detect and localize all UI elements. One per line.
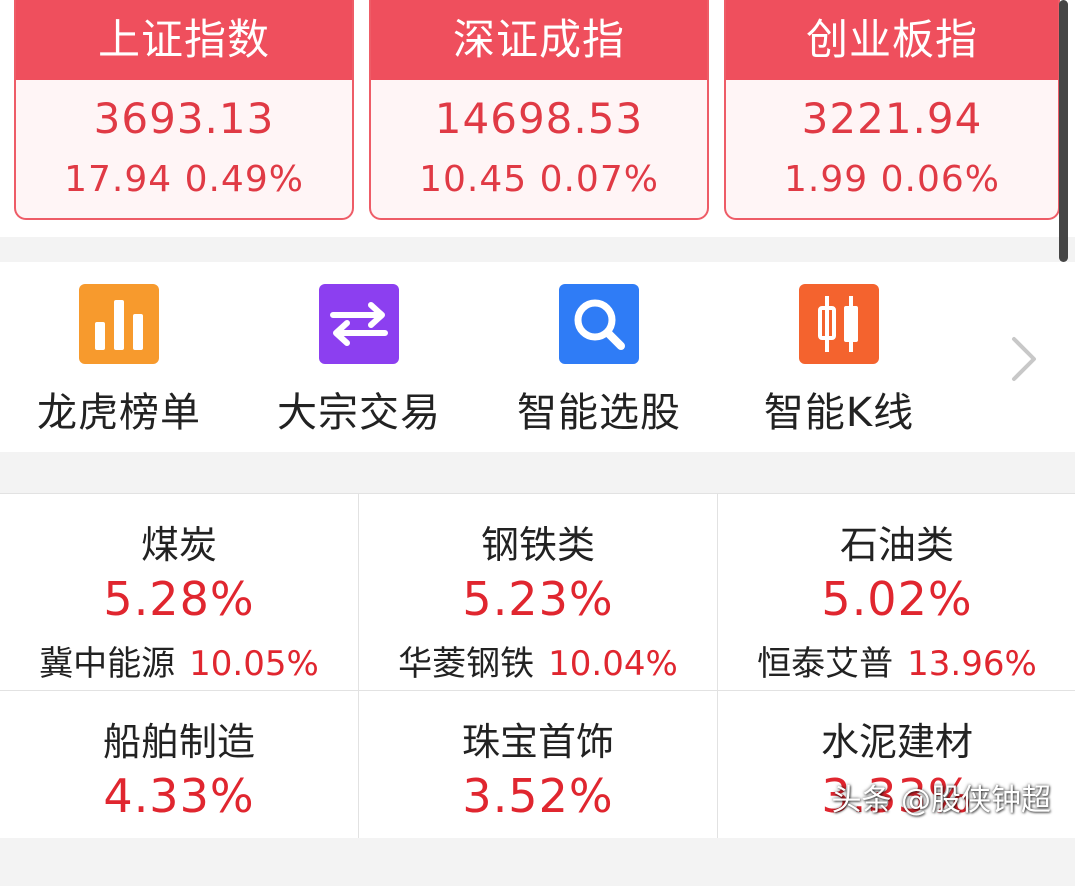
sector-name: 石油类 (839, 523, 954, 567)
index-name: 深证成指 (371, 0, 707, 80)
leader-change: 13.96% (907, 644, 1037, 684)
sector-change: 4.33% (103, 769, 255, 823)
tool-row: 龙虎榜单 大宗交易 智能选股 智能K线 (0, 262, 1075, 452)
sector-leader: 冀中能源 10.05% (0, 636, 358, 685)
tool-smart-kline[interactable]: 智能K线 (724, 284, 954, 436)
sector-change: 5.28% (103, 572, 255, 626)
index-strip: 上证指数 3693.13 17.94 0.49% 深证成指 14698.53 1… (0, 0, 1075, 237)
tool-block-trade[interactable]: 大宗交易 (244, 284, 474, 436)
sector-name: 水泥建材 (820, 720, 973, 764)
bar-chart-icon (79, 284, 159, 364)
sector-cell[interactable]: 珠宝首饰 3.52% (359, 691, 717, 886)
sector-leader: 华菱钢铁 10.04% (359, 636, 717, 685)
sector-change: 5.23% (462, 572, 614, 626)
index-name: 创业板指 (726, 0, 1058, 80)
sector-name: 煤炭 (140, 523, 217, 567)
leader-change: 10.05% (189, 644, 319, 684)
index-card-chinext[interactable]: 创业板指 3221.94 1.99 0.06% (724, 0, 1060, 220)
sector-change: 5.02% (821, 572, 973, 626)
sector-cell[interactable]: 煤炭 5.28% 冀中能源 10.05% (0, 494, 358, 689)
index-value: 3221.94 (801, 94, 983, 143)
chevron-right-icon[interactable] (1004, 334, 1044, 384)
sector-cell[interactable]: 船舶制造 4.33% (0, 691, 358, 886)
sector-name: 船舶制造 (102, 720, 255, 764)
index-change: 10.45 0.07% (419, 159, 659, 200)
index-value: 3693.13 (93, 94, 275, 143)
index-card-shanghai[interactable]: 上证指数 3693.13 17.94 0.49% (14, 0, 354, 220)
index-name: 上证指数 (16, 0, 352, 80)
sector-change: 3.52% (462, 769, 614, 823)
tool-label: 大宗交易 (277, 390, 441, 436)
tool-label: 龙虎榜单 (37, 390, 201, 436)
index-card-shenzhen[interactable]: 深证成指 14698.53 10.45 0.07% (369, 0, 709, 220)
leader-stock: 华菱钢铁 (398, 644, 535, 684)
watermark: 头条 @股侠钟超 (831, 783, 1051, 818)
leader-stock: 恒泰艾普 (757, 644, 894, 684)
candlestick-icon (799, 284, 879, 364)
sector-leader: 恒泰艾普 13.96% (718, 636, 1075, 685)
swap-arrows-icon (319, 284, 399, 364)
leader-stock: 冀中能源 (39, 644, 176, 684)
sector-cell[interactable]: 石油类 5.02% 恒泰艾普 13.96% (718, 494, 1075, 689)
index-change: 1.99 0.06% (784, 159, 1000, 200)
leader-change: 10.04% (548, 644, 678, 684)
tool-smart-stock-picker[interactable]: 智能选股 (484, 284, 714, 436)
tool-dragon-tiger-list[interactable]: 龙虎榜单 (4, 284, 234, 436)
tool-label: 智能K线 (763, 390, 915, 436)
tool-label: 智能选股 (517, 390, 681, 436)
sector-name: 钢铁类 (480, 523, 595, 567)
sector-name: 珠宝首饰 (461, 720, 614, 764)
search-icon (559, 284, 639, 364)
index-value: 14698.53 (434, 94, 644, 143)
scrollbar-thumb[interactable] (1059, 0, 1068, 262)
sector-cell[interactable]: 钢铁类 5.23% 华菱钢铁 10.04% (359, 494, 717, 689)
index-change: 17.94 0.49% (64, 159, 304, 200)
